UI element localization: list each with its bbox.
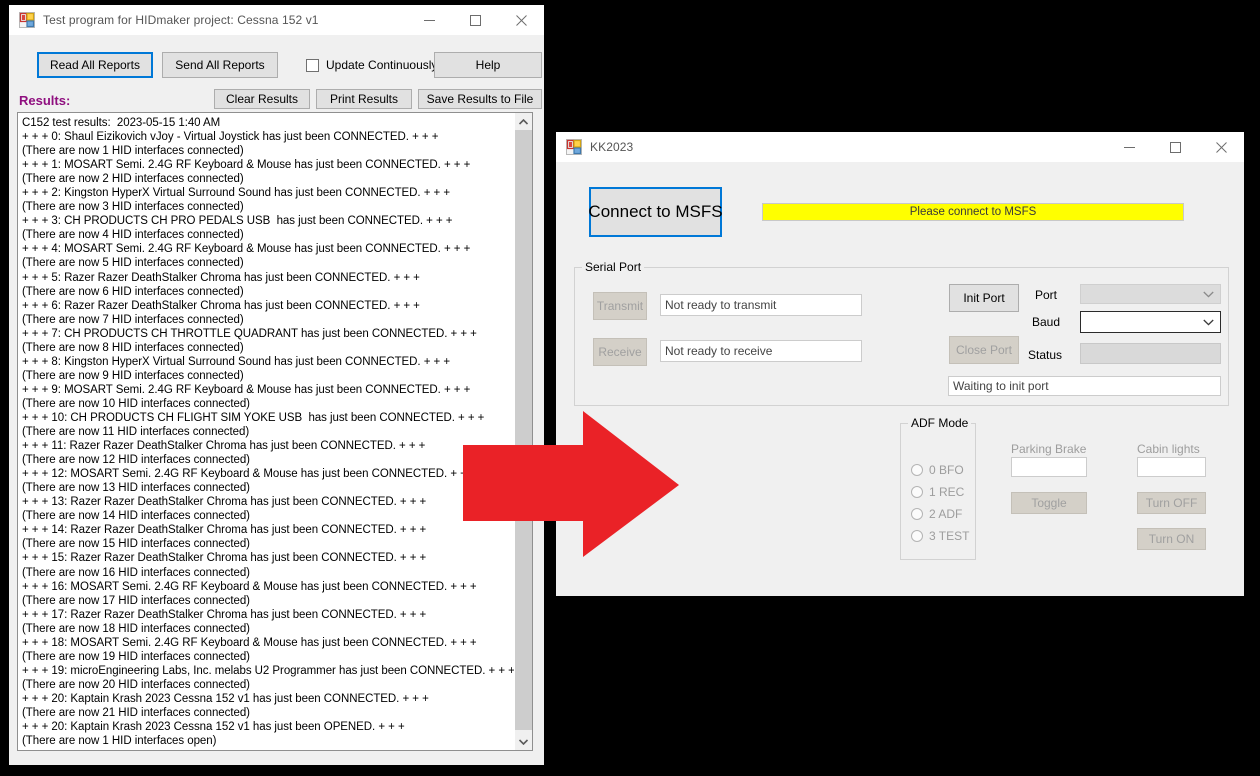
close-icon[interactable] [498,5,544,35]
hidmaker-test-program-window: Test program for HIDmaker project: Cessn… [8,4,545,766]
adf-mode-group-title: ADF Mode [908,416,972,430]
cabin-lights-turn-on-button[interactable]: Turn ON [1137,528,1206,550]
adf-mode-radio-2[interactable]: 2 ADF [911,507,962,521]
checkbox-box[interactable] [306,58,319,72]
chevron-down-icon [1203,291,1214,298]
port-message-field: Waiting to init port [948,376,1221,396]
results-textarea[interactable]: C152 test results: 2023-05-15 1:40 AM + … [17,112,533,751]
results-text-content: C152 test results: 2023-05-15 1:40 AM + … [22,117,514,748]
receive-button[interactable]: Receive [593,338,647,366]
parking-brake-field [1011,457,1087,477]
transmit-button[interactable]: Transmit [593,292,647,320]
parking-brake-toggle-button[interactable]: Toggle [1011,492,1087,514]
chevron-down-icon [1203,319,1214,326]
port-combobox[interactable] [1080,284,1221,304]
adf-mode-radio-0-label: 0 BFO [929,463,964,477]
hidmaker-caption-buttons [406,5,544,35]
parking-brake-label: Parking Brake [1011,442,1087,456]
receive-status-field: Not ready to receive [660,340,862,362]
scroll-down-icon[interactable] [515,733,532,750]
adf-mode-radio-1-label: 1 REC [929,485,965,499]
close-port-button[interactable]: Close Port [949,336,1019,364]
port-status-field [1080,343,1221,364]
adf-mode-radio-3-label: 3 TEST [929,529,970,543]
minimize-icon[interactable] [406,5,452,35]
radio-dot-icon [911,486,923,498]
adf-mode-radio-2-label: 2 ADF [929,507,963,521]
cabin-lights-field [1137,457,1206,477]
serial-port-group: Serial Port Transmit Not ready to transm… [574,260,1229,406]
radio-dot-icon [911,530,923,542]
kk2023-window-title: KK2023 [590,140,634,154]
maximize-icon[interactable] [1152,132,1198,162]
help-button[interactable]: Help [434,52,542,78]
scrollbar-thumb[interactable] [515,130,532,730]
maximize-icon[interactable] [452,5,498,35]
transmit-status-field: Not ready to transmit [660,294,862,316]
cabin-lights-label: Cabin lights [1137,442,1200,456]
connect-to-msfs-button[interactable]: Connect to MSFS [588,187,723,237]
msfs-status-banner: Please connect to MSFS [762,203,1184,221]
adf-mode-radio-0[interactable]: 0 BFO [911,463,964,477]
winforms-app-icon [566,139,582,155]
status-label: Status [1028,348,1063,362]
scroll-up-icon[interactable] [515,113,532,130]
baud-label: Baud [1032,315,1061,329]
update-continuously-label: Update Continuously [326,58,438,72]
kk2023-caption-buttons [1106,132,1244,162]
cabin-lights-turn-off-button[interactable]: Turn OFF [1137,492,1206,514]
clear-results-button[interactable]: Clear Results [214,89,310,109]
results-label: Results: [19,93,71,108]
baud-combobox[interactable] [1080,311,1221,333]
radio-dot-icon [911,508,923,520]
adf-mode-radio-1[interactable]: 1 REC [911,485,964,499]
serial-port-group-title: Serial Port [582,260,645,274]
winforms-app-icon [19,12,35,28]
close-icon[interactable] [1198,132,1244,162]
kk2023-window: KK2023 Connect to MSFS Please connect to… [555,131,1245,597]
port-label: Port [1035,288,1058,302]
save-results-to-file-button[interactable]: Save Results to File [418,89,542,109]
radio-dot-icon [911,464,923,476]
adf-mode-group: ADF Mode 0 BFO 1 REC 2 ADF 3 TEST [900,416,976,560]
adf-mode-radio-3[interactable]: 3 TEST [911,529,969,543]
print-results-button[interactable]: Print Results [316,89,412,109]
update-continuously-checkbox[interactable]: Update Continuously [306,58,437,72]
hidmaker-window-title: Test program for HIDmaker project: Cessn… [43,13,319,27]
read-all-reports-button[interactable]: Read All Reports [37,52,153,78]
results-scrollbar[interactable] [514,113,532,750]
kk2023-titlebar[interactable]: KK2023 [556,132,1244,162]
minimize-icon[interactable] [1106,132,1152,162]
init-port-button[interactable]: Init Port [949,284,1019,312]
send-all-reports-button[interactable]: Send All Reports [162,52,278,78]
hidmaker-titlebar[interactable]: Test program for HIDmaker project: Cessn… [9,5,544,35]
